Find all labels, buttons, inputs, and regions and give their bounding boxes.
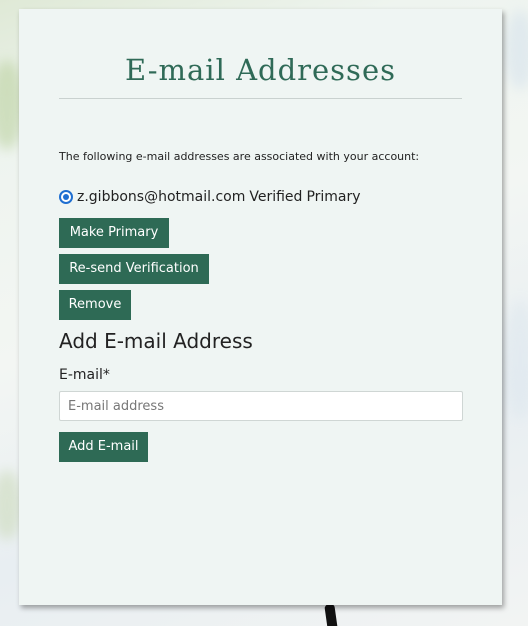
email-input[interactable]	[59, 391, 463, 421]
primary-label: Primary	[306, 189, 361, 205]
page-title: E-mail Addresses	[125, 53, 396, 87]
background-branch	[324, 603, 338, 626]
add-email-button[interactable]: Add E-mail	[59, 432, 148, 462]
email-settings-card: E-mail Addresses The following e-mail ad…	[19, 9, 502, 605]
intro-text: The following e-mail addresses are assoc…	[59, 150, 420, 163]
email-radio-button[interactable]	[59, 190, 73, 204]
email-option-row[interactable]: z.gibbons@hotmail.com Verified Primary	[59, 189, 361, 205]
verified-label: Verified	[249, 189, 303, 205]
background-sky	[505, 10, 528, 90]
add-email-heading: Add E-mail Address	[59, 329, 253, 353]
remove-button[interactable]: Remove	[59, 290, 131, 320]
background-sky	[505, 300, 528, 420]
email-field-label: E-mail*	[59, 367, 110, 383]
make-primary-button[interactable]: Make Primary	[59, 218, 169, 248]
resend-verification-button[interactable]: Re-send Verification	[59, 254, 209, 284]
email-address: z.gibbons@hotmail.com	[77, 189, 246, 205]
title-divider	[59, 98, 462, 99]
